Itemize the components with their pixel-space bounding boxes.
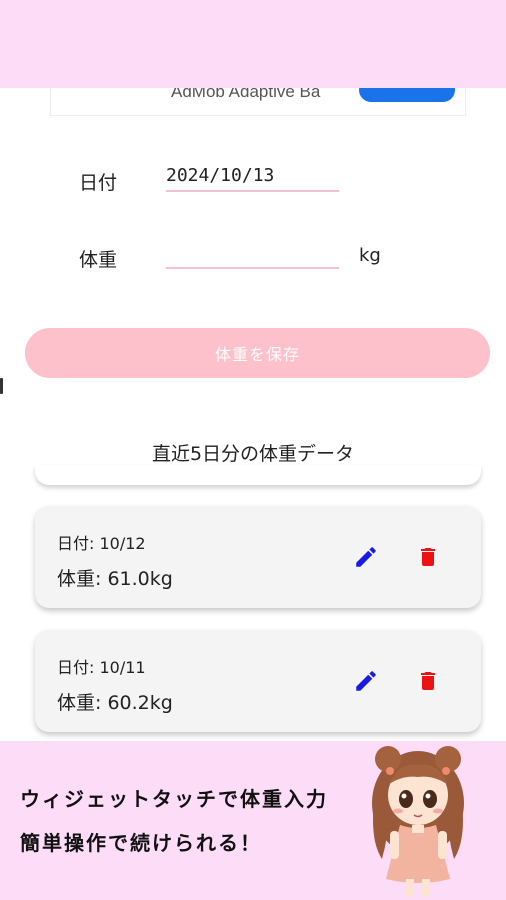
bottom-promo-banner: ウィジェットタッチで体重入力 簡単操作で続けられる！ xyxy=(0,741,506,900)
entry-weight: 体重: 60.2kg xyxy=(57,692,173,714)
entry-date: 日付: 10/12 xyxy=(57,534,146,553)
weight-label: 体重 xyxy=(79,249,118,271)
promo-line-2: 簡単操作で続けられる！ xyxy=(20,831,262,855)
ad-banner-text: AdMob Adaptive Ba xyxy=(171,88,321,101)
list-item[interactable]: 日付: 10/12 体重: 61.0kg xyxy=(35,506,481,608)
entry-date: 日付: 10/11 xyxy=(57,658,146,677)
edit-icon[interactable] xyxy=(353,544,379,570)
ad-banner-button[interactable] xyxy=(359,88,455,102)
weight-field-underline xyxy=(166,267,339,269)
list-item[interactable]: 日付: 10/11 体重: 60.2kg xyxy=(35,630,481,732)
weight-input[interactable] xyxy=(166,240,339,266)
character-illustration xyxy=(372,746,464,897)
edge-handle xyxy=(0,378,3,394)
weight-list[interactable]: 直近5日分の体重データ 日付: 10/12 体重: 61.0kg 日付: 10/… xyxy=(0,415,506,741)
top-promo-banner xyxy=(0,0,506,88)
delete-icon[interactable] xyxy=(416,668,440,694)
weight-unit: kg xyxy=(359,245,381,266)
delete-icon[interactable] xyxy=(416,544,440,570)
date-field-underline xyxy=(166,190,339,192)
date-field[interactable]: 2024/10/13 xyxy=(166,165,274,186)
date-label: 日付 xyxy=(79,172,118,194)
entry-weight: 体重: 61.0kg xyxy=(57,568,173,590)
list-item-partial xyxy=(35,465,481,485)
list-title: 直近5日分の体重データ xyxy=(151,443,355,465)
edit-icon[interactable] xyxy=(353,668,379,694)
save-weight-button[interactable]: 体重を保存 xyxy=(25,328,490,378)
ad-banner[interactable]: AdMob Adaptive Ba xyxy=(50,88,466,116)
promo-line-1: ウィジェットタッチで体重入力 xyxy=(20,787,328,811)
